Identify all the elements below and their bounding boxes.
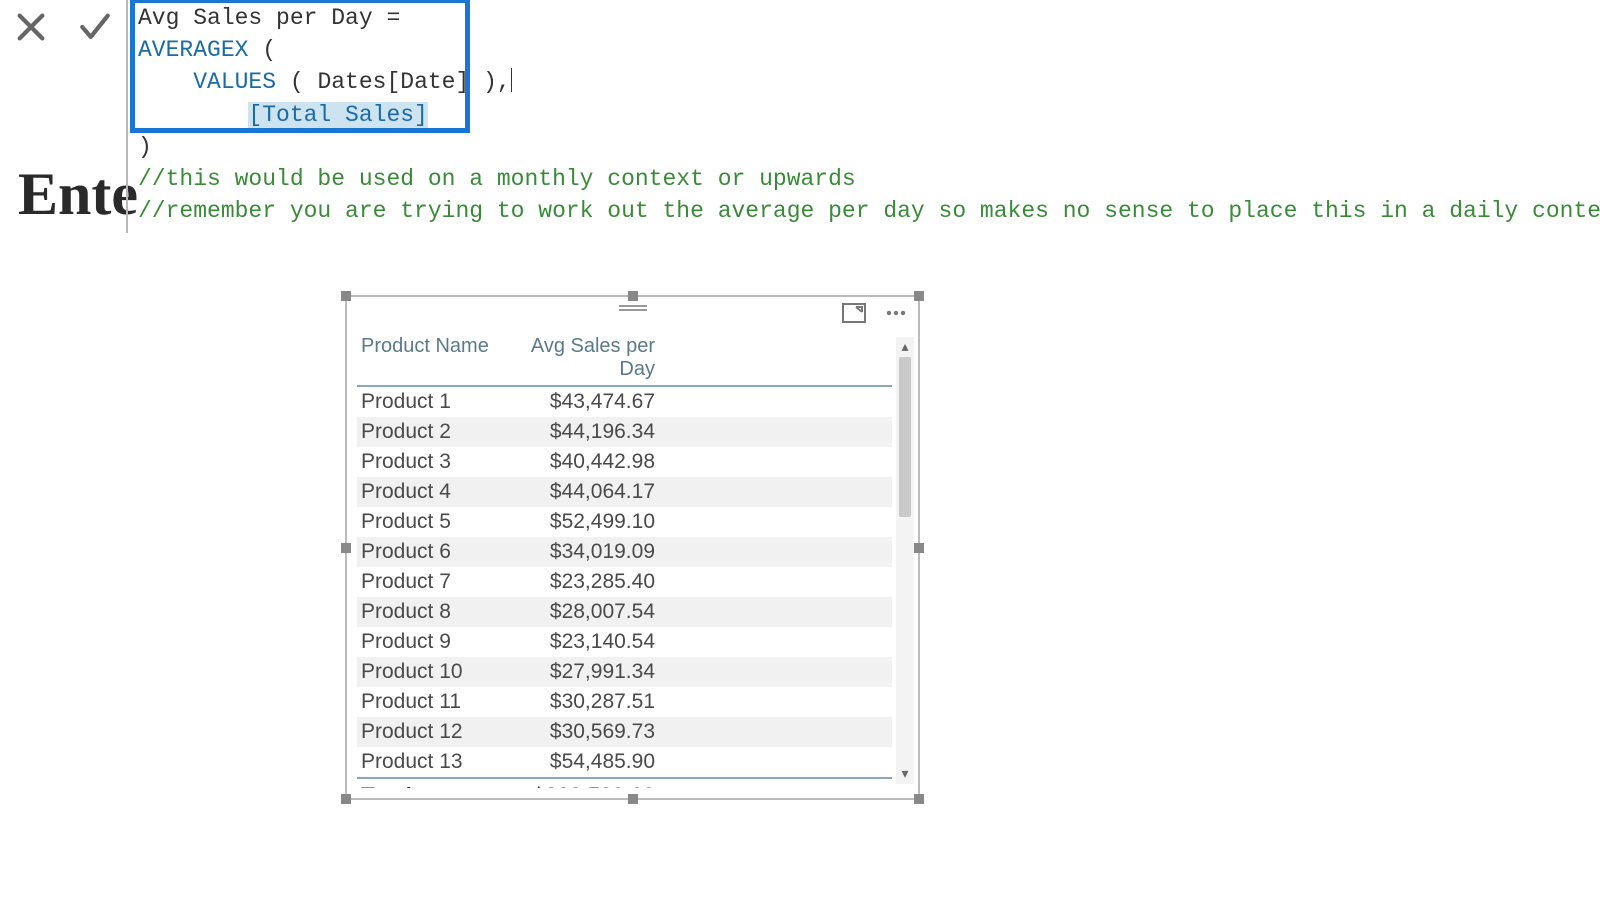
table-row[interactable]: Product 6$34,019.09: [357, 537, 892, 567]
resize-handle[interactable]: [914, 543, 924, 553]
resize-handle[interactable]: [341, 543, 351, 553]
cell-value: $44,196.34: [491, 420, 661, 444]
table-row[interactable]: Product 9$23,140.54: [357, 627, 892, 657]
selected-measure-ref: [Total Sales]: [248, 102, 427, 128]
total-row: Total $813,539.60: [357, 777, 892, 788]
cell-value: $52,499.10: [491, 510, 661, 534]
table-row[interactable]: Product 4$44,064.17: [357, 477, 892, 507]
cell-value: $27,991.34: [491, 660, 661, 684]
scrollbar[interactable]: ▴ ▾: [896, 337, 914, 784]
cell-value: $23,140.54: [491, 630, 661, 654]
table-visual[interactable]: Product Name Avg Sales per Day Product 1…: [345, 295, 920, 800]
drag-grip-icon[interactable]: [619, 301, 647, 319]
cell-value: $23,285.40: [491, 570, 661, 594]
more-options-icon[interactable]: [884, 303, 908, 323]
cell-product: Product 5: [361, 510, 491, 534]
formula-toolbar: [0, 0, 126, 54]
col-header-product[interactable]: Product Name: [361, 335, 491, 381]
table-row[interactable]: Product 13$54,485.90: [357, 747, 892, 777]
table-row[interactable]: Product 5$52,499.10: [357, 507, 892, 537]
cell-product: Product 10: [361, 660, 491, 684]
table-body: Product Name Avg Sales per Day Product 1…: [357, 331, 892, 788]
table-row[interactable]: Product 8$28,007.54: [357, 597, 892, 627]
resize-handle[interactable]: [914, 291, 924, 301]
comment-1: //this would be used on a monthly contex…: [138, 166, 856, 192]
cell-product: Product 2: [361, 420, 491, 444]
cell-product: Product 13: [361, 750, 491, 774]
cell-product: Product 12: [361, 720, 491, 744]
cell-product: Product 4: [361, 480, 491, 504]
cell-value: $54,485.90: [491, 750, 661, 774]
commit-icon[interactable]: [78, 10, 112, 44]
table-row[interactable]: Product 10$27,991.34: [357, 657, 892, 687]
resize-handle[interactable]: [341, 291, 351, 301]
table-header[interactable]: Product Name Avg Sales per Day: [357, 331, 892, 387]
formula-editor[interactable]: Avg Sales per Day = AVERAGEX ( VALUES ( …: [126, 0, 1600, 233]
cell-product: Product 1: [361, 390, 491, 414]
measure-name: Avg Sales per Day =: [138, 5, 414, 31]
scroll-thumb[interactable]: [899, 357, 911, 517]
cell-product: Product 7: [361, 570, 491, 594]
resize-handle[interactable]: [628, 794, 638, 804]
resize-handle[interactable]: [628, 291, 638, 301]
table-row[interactable]: Product 11$30,287.51: [357, 687, 892, 717]
table-row[interactable]: Product 12$30,569.73: [357, 717, 892, 747]
table-row[interactable]: Product 3$40,442.98: [357, 447, 892, 477]
cell-value: $43,474.67: [491, 390, 661, 414]
cell-value: $30,569.73: [491, 720, 661, 744]
table-row[interactable]: Product 1$43,474.67: [357, 387, 892, 417]
cell-value: $34,019.09: [491, 540, 661, 564]
cell-value: $28,007.54: [491, 600, 661, 624]
cell-value: $40,442.98: [491, 450, 661, 474]
cell-product: Product 11: [361, 690, 491, 714]
resize-handle[interactable]: [914, 794, 924, 804]
focus-mode-icon[interactable]: [842, 303, 866, 323]
resize-handle[interactable]: [341, 794, 351, 804]
cell-product: Product 8: [361, 600, 491, 624]
func-values: VALUES: [193, 69, 276, 95]
func-averagex: AVERAGEX: [138, 37, 248, 63]
table-row[interactable]: Product 2$44,196.34: [357, 417, 892, 447]
cell-product: Product 3: [361, 450, 491, 474]
cell-value: $30,287.51: [491, 690, 661, 714]
scroll-up-icon[interactable]: ▴: [896, 339, 914, 355]
table-row[interactable]: Product 7$23,285.40: [357, 567, 892, 597]
scroll-down-icon[interactable]: ▾: [896, 766, 914, 782]
cancel-icon[interactable]: [14, 10, 48, 44]
cell-product: Product 9: [361, 630, 491, 654]
col-header-avg[interactable]: Avg Sales per Day: [491, 335, 661, 381]
cell-product: Product 6: [361, 540, 491, 564]
cell-value: $44,064.17: [491, 480, 661, 504]
formula-bar: Avg Sales per Day = AVERAGEX ( VALUES ( …: [0, 0, 1600, 230]
comment-2: //remember you are trying to work out th…: [138, 198, 1600, 224]
text-cursor: [511, 68, 512, 92]
